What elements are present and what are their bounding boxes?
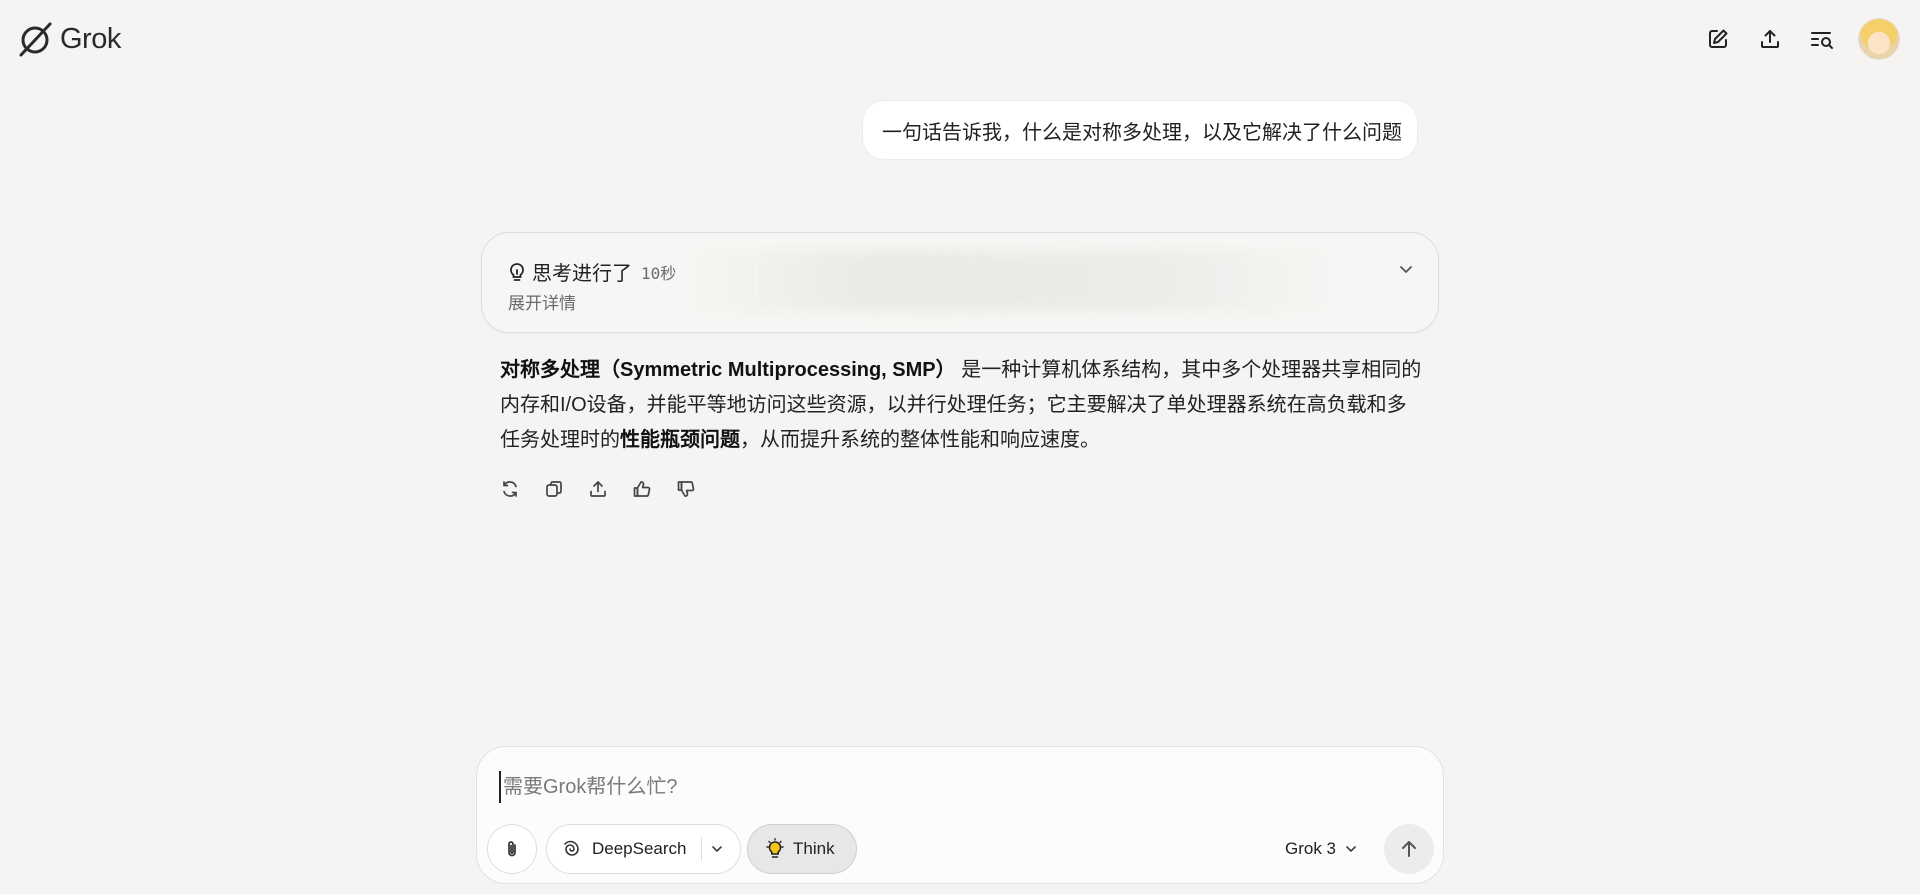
- user-message-bubble: 一句话告诉我，什么是对称多处理，以及它解决了什么问题: [862, 100, 1418, 160]
- new-chat-button[interactable]: [1700, 21, 1736, 57]
- chevron-down-icon: [1400, 266, 1412, 273]
- paperclip-icon: [508, 841, 516, 857]
- thinking-panel[interactable]: 思考进行了 10秒 展开详情: [481, 232, 1439, 333]
- thinking-title: 思考进行了: [532, 263, 632, 285]
- thumbs-up-icon: [633, 481, 651, 497]
- user-avatar[interactable]: [1858, 18, 1900, 60]
- arrow-up-icon: [1402, 841, 1416, 857]
- thumbs-down-button[interactable]: [675, 478, 697, 500]
- thinking-expand-label[interactable]: 展开详情: [508, 289, 576, 314]
- deepsearch-label: DeepSearch: [592, 839, 687, 858]
- deepsearch-dropdown[interactable]: [710, 842, 724, 856]
- regenerate-button[interactable]: [499, 478, 521, 500]
- copy-button[interactable]: [543, 478, 565, 500]
- message-actions: [499, 478, 697, 500]
- answer-bold-problem: 性能瓶颈问题: [620, 429, 740, 451]
- history-search-icon: [1811, 32, 1833, 49]
- thinking-toggle[interactable]: [1398, 261, 1414, 282]
- composer: DeepSearch Think Grok 3: [476, 746, 1444, 884]
- attach-button[interactable]: [487, 824, 537, 874]
- answer-bold-term: 对称多处理（Symmetric Multiprocessing, SMP）: [500, 359, 956, 381]
- header-actions: [1700, 18, 1900, 60]
- prompt-input[interactable]: [499, 771, 1405, 803]
- grok-logo-icon: [19, 22, 52, 57]
- brand-name: Grok: [60, 22, 121, 55]
- assistant-answer: 对称多处理（Symmetric Multiprocessing, SMP） 是一…: [500, 353, 1425, 458]
- thinking-preview-blur: [682, 251, 1342, 311]
- regenerate-icon: [503, 481, 517, 497]
- share-answer-button[interactable]: [587, 478, 609, 500]
- think-label: Think: [793, 839, 835, 858]
- thinking-header: 思考进行了 10秒: [508, 257, 676, 286]
- chevron-down-icon: [711, 846, 722, 852]
- thinking-duration: 10秒: [641, 263, 677, 283]
- model-selector[interactable]: Grok 3: [1285, 824, 1358, 874]
- user-message-text: 一句话告诉我，什么是对称多处理，以及它解决了什么问题: [882, 121, 1402, 144]
- thumbs-up-button[interactable]: [631, 478, 653, 500]
- answer-text-part2: ，从而提升系统的整体性能和响应速度。: [740, 429, 1100, 451]
- history-search-button[interactable]: [1804, 21, 1840, 57]
- share-conversation-button[interactable]: [1752, 21, 1788, 57]
- send-button[interactable]: [1384, 824, 1434, 874]
- deepsearch-icon: [564, 840, 579, 856]
- lightbulb-icon: [510, 262, 524, 281]
- thumbs-down-icon: [677, 481, 695, 497]
- grok-logo[interactable]: Grok: [16, 20, 121, 58]
- deepsearch-divider: [700, 837, 702, 861]
- copy-icon: [546, 481, 562, 497]
- chevron-down-icon: [1346, 846, 1356, 852]
- new-chat-icon: [1709, 29, 1728, 48]
- model-label: Grok 3: [1285, 839, 1337, 858]
- lightbulb-icon: [766, 838, 784, 858]
- share-icon: [1761, 30, 1779, 48]
- think-toggle-button[interactable]: Think: [747, 824, 857, 874]
- deepsearch-button[interactable]: DeepSearch: [546, 824, 741, 874]
- share-icon: [590, 481, 606, 497]
